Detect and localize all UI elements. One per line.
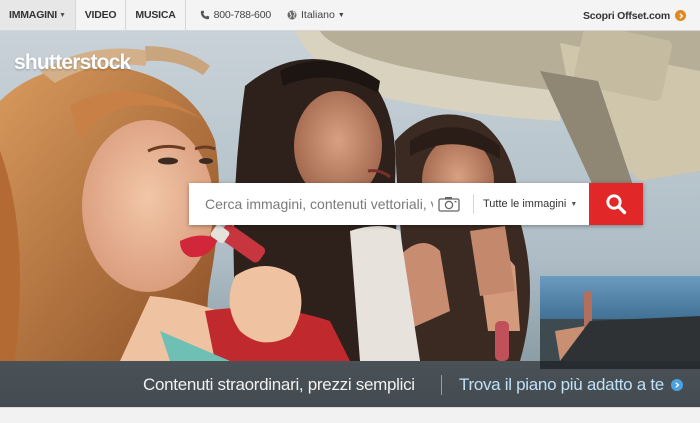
arrow-right-icon: [675, 10, 686, 21]
language-label: Italiano: [300, 9, 335, 21]
camera-icon[interactable]: [437, 195, 461, 213]
search-scope-dropdown[interactable]: Tutte le immagini ▼: [474, 198, 584, 210]
page-below-fold: [0, 407, 700, 423]
chevron-down-icon: ▼: [570, 200, 578, 208]
promo-band: Contenuti straordinari, prezzi semplici …: [0, 361, 700, 407]
tab-video[interactable]: VIDEO: [76, 0, 127, 30]
search-icon: [606, 194, 627, 215]
tab-video-label: VIDEO: [84, 9, 117, 21]
tab-immagini-label: IMMAGINI: [9, 9, 57, 21]
promo-divider: [441, 375, 442, 395]
offset-link-label: Scopri Offset.com: [582, 9, 670, 22]
search-bar: Tutte le immagini ▼: [189, 183, 643, 225]
shutterstock-logo[interactable]: shutterstock: [14, 51, 131, 75]
arrow-right-icon: [670, 379, 683, 391]
top-nav-bar: IMMAGINI ▼ VIDEO MUSICA 800-788-600 Ital…: [0, 0, 700, 31]
phone-text: 800-788-600: [213, 9, 272, 21]
language-selector[interactable]: Italiano ▼: [287, 0, 345, 30]
hero-banner: shutterstock Tutte le immagini ▼ Contenu…: [0, 31, 700, 407]
promo-tagline: Contenuti straordinari, prezzi semplici: [143, 375, 415, 394]
search-scope-label: Tutte le immagini: [483, 198, 567, 210]
globe-icon: [287, 10, 297, 20]
offset-link[interactable]: Scopri Offset.com: [583, 0, 686, 31]
pricing-link[interactable]: Trova il piano più adatto a te: [459, 375, 683, 395]
search-button[interactable]: [589, 183, 643, 225]
search-input[interactable]: [189, 184, 433, 224]
phone-icon: [200, 10, 209, 20]
chevron-down-icon: ▼: [58, 11, 66, 19]
tab-immagini[interactable]: IMMAGINI ▼: [0, 0, 76, 30]
chevron-down-icon: ▼: [337, 11, 345, 19]
pricing-link-label: Trova il piano più adatto a te: [459, 375, 664, 394]
tab-musica-label: MUSICA: [135, 9, 176, 21]
tab-musica[interactable]: MUSICA: [126, 0, 186, 30]
phone-number: 800-788-600: [186, 0, 271, 30]
